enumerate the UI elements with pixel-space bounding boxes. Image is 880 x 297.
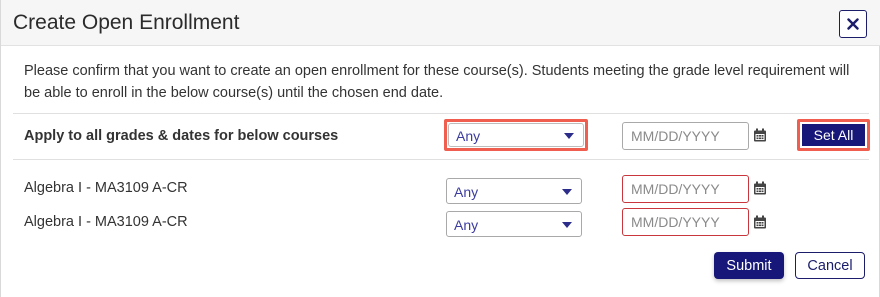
close-icon [847,18,859,30]
apply-all-grade-value: Any [456,128,481,144]
chevron-down-icon [562,189,572,195]
course-grade-value: Any [454,217,479,233]
create-open-enrollment-dialog: Create Open Enrollment Please confirm th… [0,0,880,297]
divider [13,159,869,160]
submit-button[interactable]: Submit [714,252,784,279]
apply-all-grade-select[interactable]: Any [448,123,584,147]
dialog-title: Create Open Enrollment [13,11,240,34]
course-name: Algebra I - MA3109 A-CR [24,180,188,196]
divider [13,113,869,114]
calendar-icon[interactable] [753,181,767,195]
course-grade-select[interactable]: Any [446,178,582,204]
set-all-button[interactable]: Set All [802,124,865,146]
course-end-date-input[interactable] [622,175,749,203]
close-button[interactable] [839,10,867,38]
dialog-header: Create Open Enrollment [1,0,880,46]
chevron-down-icon [562,222,572,228]
apply-all-label: Apply to all grades & dates for below co… [24,128,339,144]
cancel-button[interactable]: Cancel [795,252,865,279]
calendar-icon[interactable] [753,215,767,229]
dialog-description: Please confirm that you want to create a… [24,63,850,101]
course-grade-select[interactable]: Any [446,211,582,237]
course-grade-value: Any [454,184,479,200]
apply-all-end-date-input[interactable] [622,122,749,150]
calendar-icon[interactable] [753,128,767,142]
course-name: Algebra I - MA3109 A-CR [24,214,188,230]
course-end-date-input[interactable] [622,208,749,236]
chevron-down-icon [564,133,574,139]
